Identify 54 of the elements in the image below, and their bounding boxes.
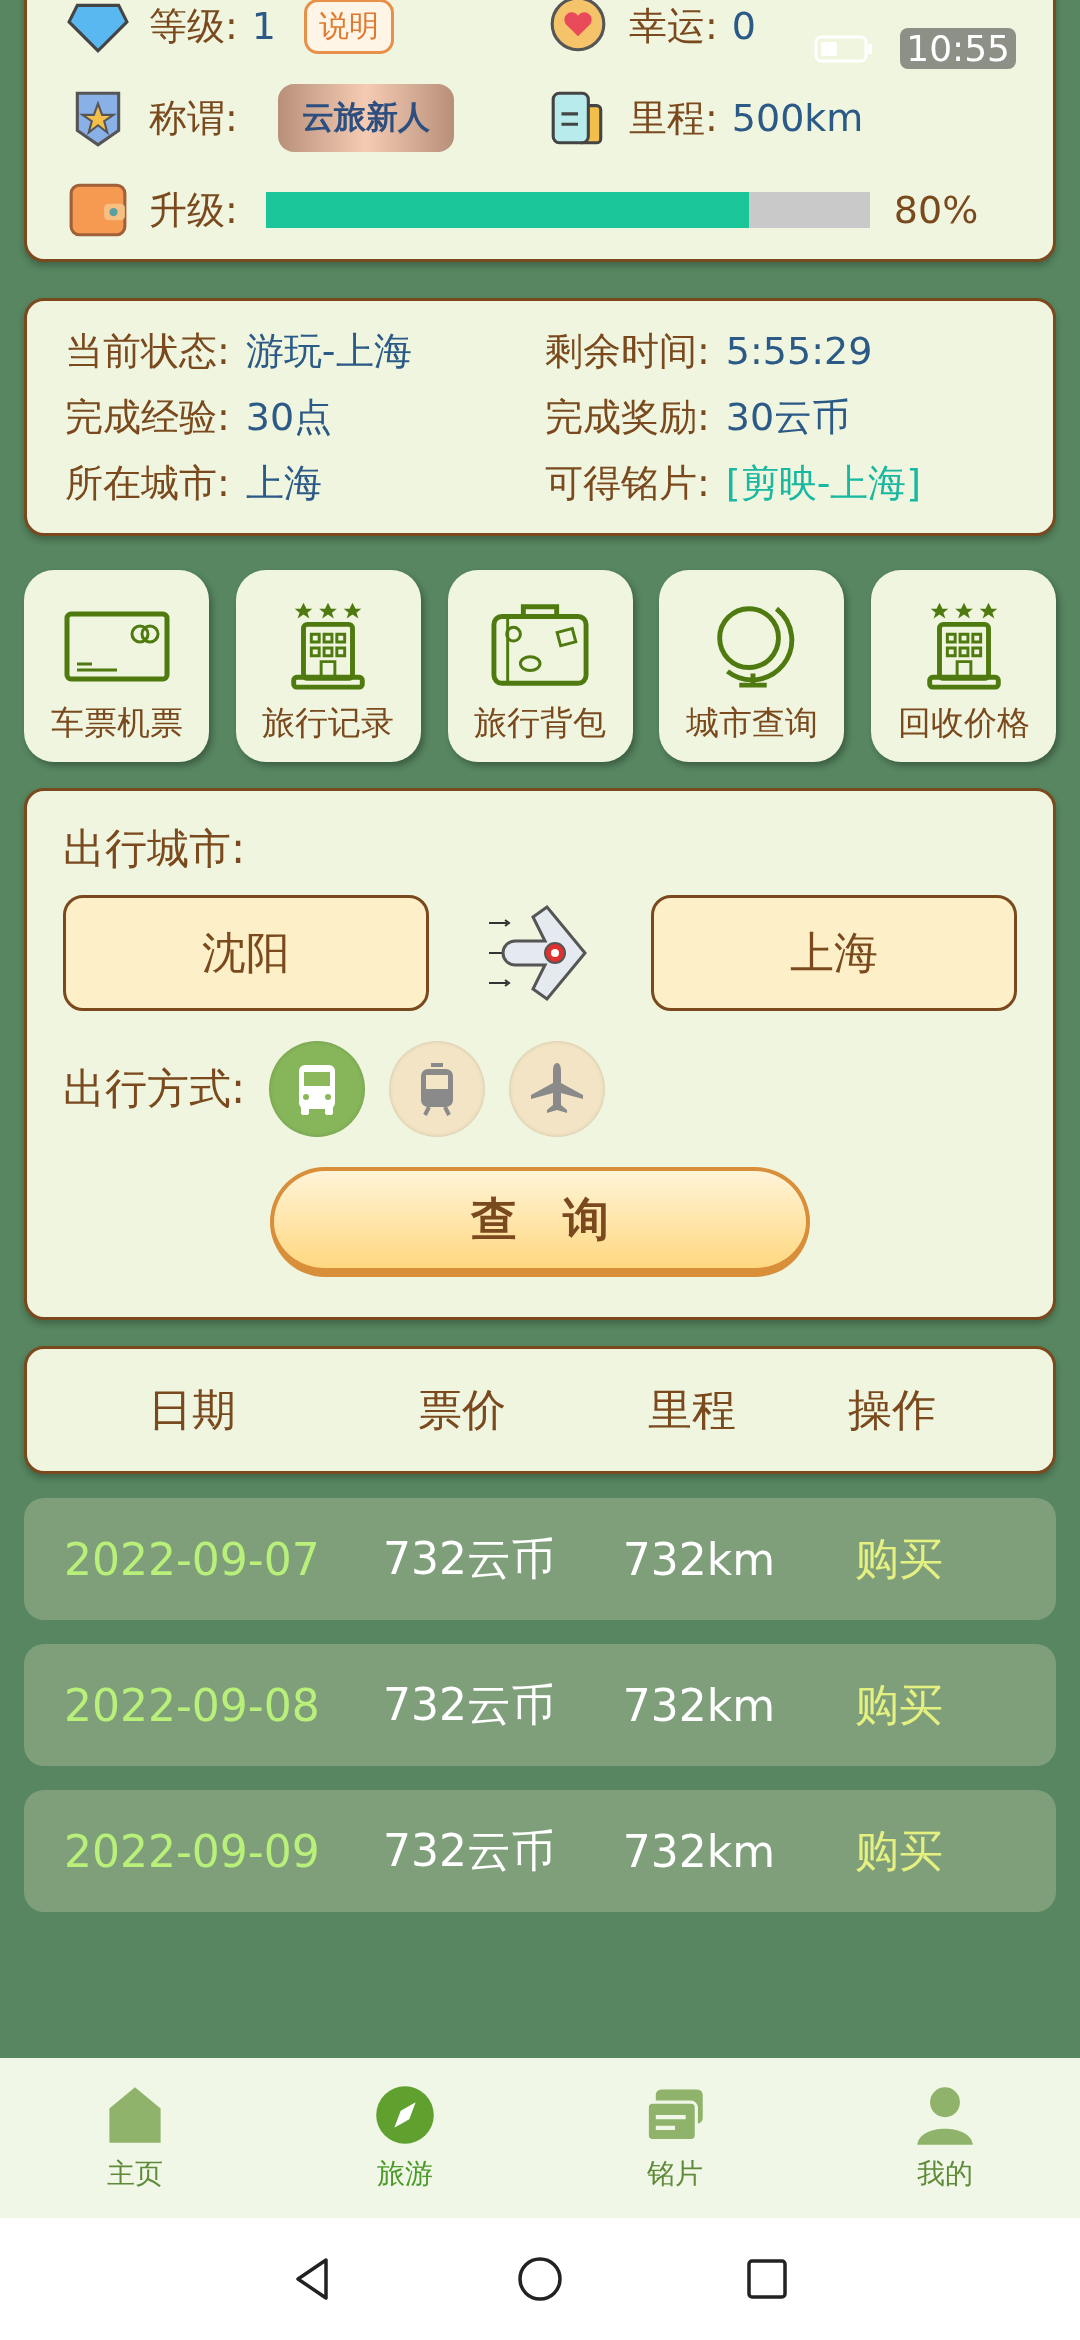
mileage-label: 里程: <box>629 94 718 142</box>
distance-cell-text: 732km <box>621 1679 777 1731</box>
price-cell-text: 732云币 <box>382 1531 556 1586</box>
mileage-value: 500km <box>731 96 864 140</box>
trip-label: 当前状态: <box>65 327 230 375</box>
price-cell-text: 732云币 <box>382 1677 556 1732</box>
nav-tab[interactable]: 旅游 <box>373 2083 437 2193</box>
trip-label: 完成经验: <box>65 393 230 441</box>
column-header: 票价 <box>417 1382 507 1437</box>
trip-value: 上海 <box>245 459 322 507</box>
title-badge: 云旅新人 <box>277 84 454 152</box>
nav-tab[interactable]: 铭片 <box>643 2083 707 2193</box>
trip-value: 30点 <box>245 393 333 441</box>
distance-cell-text: 732km <box>621 1533 777 1585</box>
shortcut-tile[interactable]: 城市查询 <box>659 570 845 762</box>
trip-value: 5:55:29 <box>725 329 873 373</box>
mode-label: 出行方式: <box>63 1063 246 1115</box>
level-label: 等级: <box>149 2 238 50</box>
shortcut-tile[interactable]: 回收价格 <box>871 570 1056 762</box>
departure-city-field[interactable]: 沈阳 <box>63 895 429 1011</box>
title-label: 称谓: <box>149 94 238 142</box>
column-header: 日期 <box>147 1382 237 1437</box>
compass-icon <box>373 2083 437 2147</box>
trip-label: 所在城市: <box>65 459 230 507</box>
explain-button[interactable]: 说明 <box>304 0 394 54</box>
battery-icon <box>814 33 875 64</box>
shortcut-tile[interactable]: 车票机票 <box>24 570 209 762</box>
level-value: 1 <box>251 4 276 48</box>
shortcut-tile[interactable]: 旅行背包 <box>447 570 633 762</box>
trip-value: 游玩-上海 <box>245 327 412 375</box>
column-header: 操作 <box>847 1382 937 1437</box>
price-cell-text: 732云币 <box>382 1823 556 1878</box>
trip-label: 完成奖励: <box>545 393 710 441</box>
luck-label: 幸运: <box>629 2 718 50</box>
distance-cell-text: 732km <box>621 1825 777 1877</box>
nav-tab[interactable]: 主页 <box>103 2083 167 2193</box>
upgrade-label: 升级: <box>149 186 238 234</box>
buy-button[interactable]: 购买 <box>824 1675 974 1735</box>
trip-label: 剩余时间: <box>545 327 710 375</box>
search-button[interactable]: 查 询 <box>270 1167 810 1277</box>
column-header: 里程 <box>647 1382 737 1437</box>
trip-value: 30云币 <box>725 393 851 441</box>
shortcut-tile[interactable]: 旅行记录 <box>235 570 421 762</box>
upgrade-percent: 80% <box>893 188 979 232</box>
destination-city-field[interactable]: 上海 <box>651 895 1017 1011</box>
buy-button[interactable]: 购买 <box>824 1529 974 1589</box>
trip-value[interactable]: [剪映-上海] <box>725 457 922 509</box>
nav-tab[interactable]: 我的 <box>913 2083 977 2193</box>
date-cell: 2022-09-07 <box>64 1533 314 1585</box>
buy-button[interactable]: 购买 <box>824 1821 974 1881</box>
city-label: 出行城市: <box>63 823 247 875</box>
home-circle-icon[interactable] <box>515 2254 565 2304</box>
trip-label: 可得铭片: <box>545 459 710 507</box>
luck-value: 0 <box>731 4 756 48</box>
